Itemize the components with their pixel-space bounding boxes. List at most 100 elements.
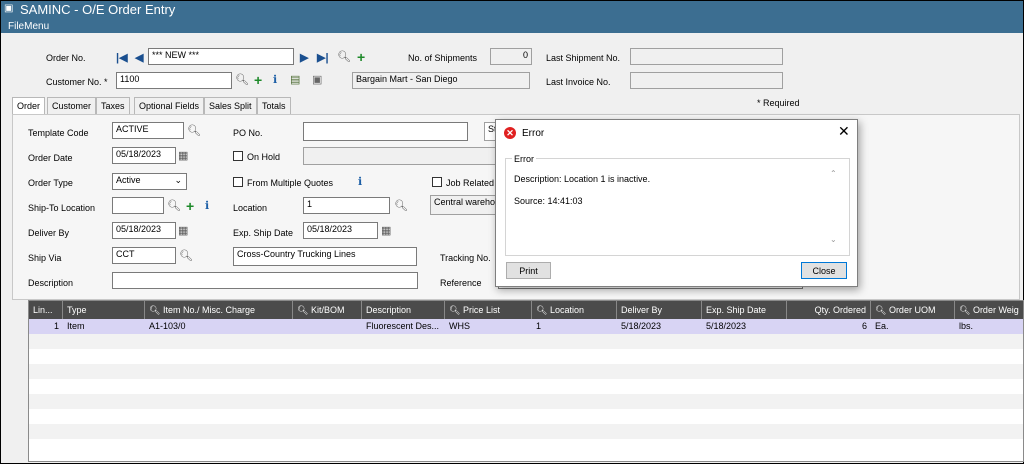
template-code-input[interactable]: ACTIVE xyxy=(112,122,184,139)
reference-label: Reference xyxy=(440,278,482,288)
customer-no-input[interactable]: 1100 xyxy=(116,72,232,89)
col-deliver-by[interactable]: Deliver By xyxy=(617,301,702,319)
col-exp-ship-date[interactable]: Exp. Ship Date xyxy=(702,301,787,319)
table-row[interactable]: 1 Item A1-103/0 Fluorescent Des... WHS 1… xyxy=(29,319,1023,334)
ship-to-finder-icon[interactable]: 🔍︎ xyxy=(167,200,181,212)
tab-customer[interactable]: Customer xyxy=(47,97,97,114)
on-hold-reason xyxy=(303,147,498,165)
customer-info-icon[interactable]: ℹ xyxy=(273,74,277,86)
col-type[interactable]: Type xyxy=(63,301,145,319)
customer-inquiry-icon[interactable]: ▣ xyxy=(312,74,322,86)
cell-order-weight: lbs. xyxy=(959,321,974,331)
deliver-by-calendar-icon[interactable]: ▦ xyxy=(178,225,188,237)
exp-ship-calendar-icon[interactable]: ▦ xyxy=(381,225,391,237)
po-input[interactable] xyxy=(303,122,468,141)
customer-finder-icon[interactable]: 🔍︎ xyxy=(235,74,249,86)
exp-ship-date-input[interactable]: 05/18/2023 xyxy=(303,222,378,239)
col-qty-ordered[interactable]: Qty. Ordered xyxy=(787,301,871,319)
next-record-icon[interactable]: ▶ xyxy=(300,52,308,64)
empty-table-row[interactable] xyxy=(29,364,1023,379)
search-icon: 🔍︎ xyxy=(297,305,311,315)
ship-via-finder-icon[interactable]: 🔍︎ xyxy=(179,250,193,262)
tab-taxes[interactable]: Taxes xyxy=(96,97,130,114)
cell-kit-bom xyxy=(293,319,362,334)
job-related-label: Job Related xyxy=(446,178,495,188)
new-customer-icon[interactable]: + xyxy=(254,73,262,87)
col-price-list-label: Price List xyxy=(462,305,500,315)
grid-header: Lin... Type 🔍︎ Item No./ Misc. Charge 🔍︎… xyxy=(29,301,1023,319)
empty-table-row[interactable] xyxy=(29,349,1023,364)
location-label: Location xyxy=(233,203,268,213)
empty-table-row[interactable] xyxy=(29,379,1023,394)
search-icon: 🔍︎ xyxy=(449,305,463,315)
order-date-calendar-icon[interactable]: ▦ xyxy=(178,150,188,162)
new-ship-to-icon[interactable]: + xyxy=(186,199,194,213)
order-date-input[interactable]: 05/18/2023 xyxy=(112,147,176,164)
customer-notes-icon[interactable]: ▤ xyxy=(290,74,300,86)
col-description[interactable]: Description xyxy=(362,301,445,319)
cell-qty-ordered: 6 xyxy=(861,321,867,331)
customer-name: Bargain Mart - San Diego xyxy=(352,72,530,89)
cell-price-list: WHS xyxy=(449,321,470,331)
location-input[interactable]: 1 xyxy=(303,197,390,214)
cell-exp-ship-date: 5/18/2023 xyxy=(706,321,747,331)
last-invoice-value xyxy=(630,72,783,89)
col-location[interactable]: 🔍︎ Location xyxy=(532,301,617,319)
search-icon: 🔍︎ xyxy=(536,305,550,315)
col-order-uom-label: Order UOM xyxy=(888,305,936,315)
multiple-quotes-checkbox[interactable] xyxy=(233,177,243,187)
quotes-info-icon[interactable]: ℹ xyxy=(358,176,362,188)
order-no-input[interactable]: *** NEW *** xyxy=(148,48,294,65)
close-icon[interactable]: ✕ xyxy=(838,124,850,138)
scroll-down-icon[interactable]: ⌄ xyxy=(830,235,837,244)
deliver-by-input[interactable]: 05/18/2023 xyxy=(112,222,176,239)
cell-location: 1 xyxy=(536,321,542,331)
tab-optional-fields[interactable]: Optional Fields xyxy=(134,97,205,114)
col-line[interactable]: Lin... xyxy=(29,301,63,319)
close-button[interactable]: Close xyxy=(801,262,847,279)
error-source: Source: 14:41:03 xyxy=(514,196,583,206)
col-price-list[interactable]: 🔍︎ Price List xyxy=(445,301,532,319)
description-input[interactable] xyxy=(112,272,418,289)
empty-table-row[interactable] xyxy=(29,334,1023,349)
new-order-icon[interactable]: + xyxy=(357,50,365,64)
order-finder-icon[interactable]: 🔍︎ xyxy=(337,51,351,63)
first-record-icon[interactable]: |◀ xyxy=(116,52,128,64)
previous-record-icon[interactable]: ◀ xyxy=(135,52,143,64)
empty-table-row[interactable] xyxy=(29,439,1023,454)
search-icon: 🔍︎ xyxy=(959,305,973,315)
template-finder-icon[interactable]: 🔍︎ xyxy=(187,125,201,137)
scroll-up-icon[interactable]: ⌃ xyxy=(830,169,837,178)
empty-table-row[interactable] xyxy=(29,424,1023,439)
tab-totals[interactable]: Totals xyxy=(257,97,291,114)
file-menu[interactable]: FileMenu xyxy=(8,21,49,32)
message-scrollbar[interactable]: ⌃ ⌄ xyxy=(829,169,839,247)
ship-to-label: Ship-To Location xyxy=(28,203,96,213)
error-message: Description: Location 1 is inactive. xyxy=(514,174,651,184)
last-record-icon[interactable]: ▶| xyxy=(317,52,329,64)
col-order-weight[interactable]: 🔍︎ Order Weig xyxy=(955,301,1023,319)
ship-via-input[interactable]: CCT xyxy=(112,247,176,264)
template-code-label: Template Code xyxy=(28,128,89,138)
app-icon: ▣ xyxy=(4,3,14,14)
job-related-checkbox[interactable] xyxy=(432,177,442,187)
print-button[interactable]: Print xyxy=(506,262,551,279)
ship-to-input[interactable] xyxy=(112,197,164,214)
location-finder-icon[interactable]: 🔍︎ xyxy=(394,200,408,212)
ship-via-description[interactable]: Cross-Country Trucking Lines xyxy=(233,247,417,266)
customer-no-label: Customer No. * xyxy=(46,77,108,87)
cell-deliver-by: 5/18/2023 xyxy=(621,321,662,331)
empty-table-row[interactable] xyxy=(29,409,1023,424)
chevron-down-icon: ⌄ xyxy=(174,175,182,185)
order-detail-grid[interactable]: Lin... Type 🔍︎ Item No./ Misc. Charge 🔍︎… xyxy=(28,300,1024,462)
tab-sales-split[interactable]: Sales Split xyxy=(204,97,257,114)
on-hold-checkbox[interactable] xyxy=(233,151,243,161)
empty-table-row[interactable] xyxy=(29,394,1023,409)
col-order-uom[interactable]: 🔍︎ Order UOM xyxy=(871,301,955,319)
ship-to-info-icon[interactable]: ℹ xyxy=(205,200,209,212)
col-kit-bom[interactable]: 🔍︎ Kit/BOM xyxy=(293,301,362,319)
cell-order-uom: Ea. xyxy=(875,321,889,331)
col-item-no[interactable]: 🔍︎ Item No./ Misc. Charge xyxy=(145,301,293,319)
order-type-select[interactable]: Active ⌄ xyxy=(112,173,187,190)
tab-order[interactable]: Order xyxy=(12,97,46,115)
